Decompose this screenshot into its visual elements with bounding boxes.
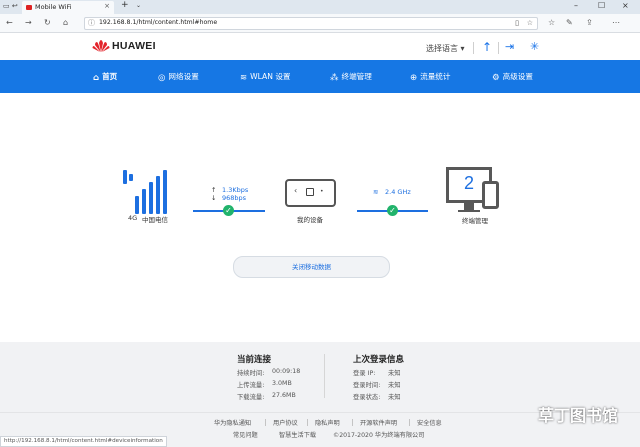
menu-advanced-settings[interactable]: ⚙ 高级设置 [492,71,533,83]
gear-icon: ⚙ [492,72,500,83]
footer-divider [324,354,325,398]
security-info-link[interactable]: 安全信息 [417,418,442,427]
tab-list-icon[interactable]: ⌄ [136,2,141,9]
brand-name: HUAWEI [112,40,156,52]
terminal-count: 2 [464,173,475,193]
open-source-link[interactable]: 开源软件声明 [360,418,397,427]
maximize-icon[interactable]: ☐ [598,1,605,10]
current-connection-title: 当前连接 [237,355,272,365]
upload-traffic-row: 上传流量: 3.0MB [237,380,292,389]
router-left-icon: ‹ [294,186,298,195]
phone-icon [482,181,499,209]
router-screen-icon [306,188,314,196]
router-right-icon: • [320,188,324,195]
status-bar-url: http://192.168.8.1/html/content.html#dev… [0,436,167,447]
language-select[interactable]: 选择语言 ▾ [426,43,465,54]
back-icon[interactable]: ← [6,18,13,27]
privacy-statement-link[interactable]: 隐私声明 [315,418,340,427]
download-traffic-row: 下载流量: 27.6MB [237,392,296,401]
download-speed: 968bps [222,194,247,202]
duration-row: 持续时间: 00:09:18 [237,368,301,377]
browser-tab[interactable]: Mobile WiFi × [22,1,114,14]
browser-tab-bar: ▭ ↩ Mobile WiFi × + ⌄ – ☐ × [0,0,640,14]
operator-name: 中国电信 [142,216,168,224]
main-menu: ⌂ 首页 ◎ 网络设置 ≋ WLAN 设置 ⁂ 终端管理 ⊕ 流量统计 ⚙ 高级设置 [0,60,640,93]
menu-network-settings[interactable]: ◎ 网络设置 [158,71,199,83]
user-agreement-link[interactable]: 用户协议 [273,418,298,427]
home-icon: ⌂ [93,72,100,83]
url-text: 192.168.8.1/html/content.html#home [99,19,218,26]
loading-icon: ✳ [530,40,540,53]
wifi-small-icon: ≋ [373,188,379,196]
upload-arrow-icon: ↑ [211,186,217,194]
more-icon[interactable]: ⋯ [612,18,620,27]
huawei-favicon [26,5,32,10]
tab-title: Mobile WiFi [35,3,72,11]
traffic-icon: ⊕ [410,72,418,83]
site-info-icon[interactable]: ⓘ [88,18,95,28]
menu-traffic-stats[interactable]: ⊕ 流量统计 [410,71,451,83]
huawei-flower-icon [92,40,110,52]
login-status-row: 登录状态: 未知 [353,394,401,401]
share-icon[interactable]: ⇪ [586,18,593,27]
globe-icon: ◎ [158,72,166,83]
my-device-label: 我的设备 [297,216,323,224]
disable-mobile-data-button[interactable]: 关闭移动数据 [233,256,390,278]
download-arrow-icon: ↓ [211,194,217,202]
devices-icon: ⁂ [330,72,339,83]
update-icon[interactable]: ↑ [482,40,496,54]
signal-strength-icon [123,170,178,214]
menu-wlan-settings[interactable]: ≋ WLAN 设置 [240,71,291,83]
address-input[interactable]: ⓘ 192.168.8.1/html/content.html#home ▯ ☆ [84,17,538,30]
window-close-icon[interactable]: × [622,1,629,10]
menu-device-management[interactable]: ⁂ 终端管理 [330,71,372,83]
monitor-stand [464,203,474,210]
copyright: ©2017-2020 华为终端有限公司 [333,432,425,439]
refresh-icon[interactable]: ↻ [44,18,51,27]
login-time-row: 登录时间: 未知 [353,382,401,389]
favorites-hub-icon[interactable]: ☆ [548,18,555,27]
wlan-connected-icon: ✓ [387,205,398,216]
menu-home[interactable]: ⌂ 首页 [93,71,117,83]
logout-icon[interactable]: ⇥ [505,40,519,54]
favorite-star-icon[interactable]: ☆ [527,19,533,27]
monitor-base [458,210,480,212]
network-type: 4G [128,214,138,222]
faq-link[interactable]: 常见问题 [233,430,258,439]
link-separator [409,419,410,426]
upload-speed: 1.3Kbps [222,186,249,194]
footer [0,342,640,447]
wifi-icon: ≋ [240,72,248,83]
close-tab-icon[interactable]: × [104,2,110,10]
forward-icon[interactable]: → [25,18,32,27]
link-separator [307,419,308,426]
privacy-notice-link[interactable]: 华为隐私通知 [214,418,251,427]
last-login-title: 上次登录信息 [353,355,405,365]
smart-life-download-link[interactable]: 智慧生活下载 [279,430,316,439]
header-divider [473,42,474,54]
new-tab-icon[interactable]: + [121,0,129,10]
terminal-management-label: 终端管理 [462,217,488,225]
link-separator [265,419,266,426]
watermark: 草丁图书馆 [538,406,619,425]
home-button-icon[interactable]: ⌂ [63,18,68,27]
wifi-band: 2.4 GHz [385,188,411,196]
notes-icon[interactable]: ✎ [566,18,573,27]
login-ip-row: 登录 IP: 未知 [353,370,401,377]
link-separator [352,419,353,426]
reading-view-icon[interactable]: ▯ [515,19,519,27]
minimize-icon[interactable]: – [574,1,578,10]
wan-connected-icon: ✓ [223,205,234,216]
tab-actions-icon[interactable]: ▭ ↩ [3,2,18,10]
router-device-icon[interactable]: ‹ • [285,179,336,207]
header-divider [498,42,499,54]
address-toolbar: ← → ↻ ⌂ ⓘ 192.168.8.1/html/content.html#… [0,14,640,33]
